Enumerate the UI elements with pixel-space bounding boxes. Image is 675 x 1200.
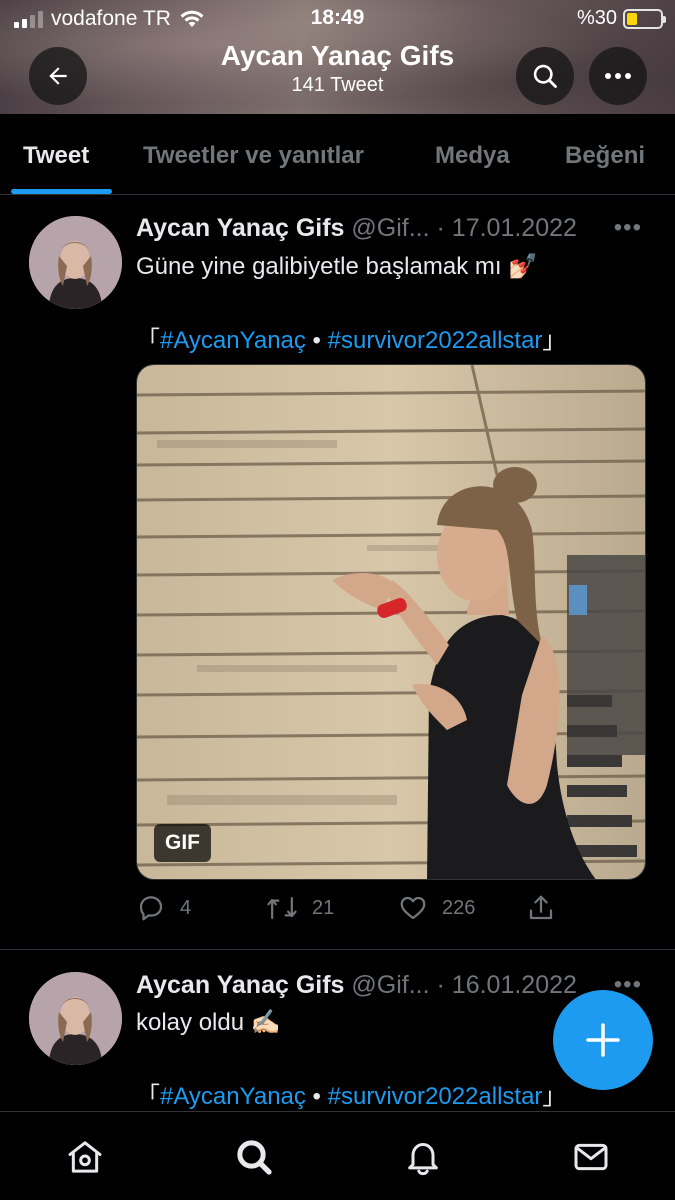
nav-messages[interactable] <box>568 1134 614 1180</box>
status-time: 18:49 <box>310 6 365 29</box>
retweet-icon <box>267 897 297 919</box>
tweet-text: Güne yine galibiyetle başlamak mı 💅🏻 <box>136 253 539 280</box>
tweet-actions: 4 21 226 <box>136 893 646 929</box>
search-button[interactable] <box>516 47 574 105</box>
tweet-author-name[interactable]: Aycan Yanaç Gifs <box>136 214 344 242</box>
tweet-divider <box>0 949 675 950</box>
nav-search[interactable] <box>231 1134 277 1180</box>
tweet-text: kolay oldu ✍🏻 <box>136 1009 281 1036</box>
bracket-close: 」 <box>542 327 567 354</box>
search-icon <box>533 64 557 88</box>
compose-tweet-button[interactable] <box>553 990 653 1090</box>
bracket-open: 「 <box>136 327 160 354</box>
search-icon <box>237 1140 272 1175</box>
profile-tabs: Tweet Tweetler ve yanıtlar Medya Beğeni <box>0 114 675 195</box>
nav-home[interactable] <box>62 1134 108 1180</box>
reply-button[interactable]: 4 <box>136 893 191 923</box>
nav-notifications[interactable] <box>400 1134 446 1180</box>
avatar[interactable] <box>29 972 122 1065</box>
tweet-hashtags: 「#AycanYanaç • #survivor2022allstar」 <box>136 320 566 355</box>
bell-icon <box>408 1143 438 1176</box>
tab-likes[interactable]: Beğeni <box>565 142 645 170</box>
share-icon <box>529 895 553 920</box>
like-button[interactable]: 226 <box>398 893 475 923</box>
bracket-close: 」 <box>542 1083 567 1110</box>
tab-tweet[interactable]: Tweet <box>23 142 89 170</box>
profile-title-block: Aycan Yanaç Gifs 141 Tweet <box>0 40 675 97</box>
tweet-header: Aycan Yanaç Gifs @Gif... · 17.01.2022 <box>136 214 646 243</box>
gif-badge: GIF <box>154 824 211 862</box>
tweet-gif-media[interactable] <box>136 364 646 880</box>
reply-count: 4 <box>180 896 192 919</box>
profile-name: Aycan Yanaç Gifs <box>220 40 455 71</box>
profile-header-banner: vodafone TR 18:49 %30 Aycan Yanaç Gifs 1… <box>0 0 675 114</box>
tweet-hashtags: 「#AycanYanaç • #survivor2022allstar」 <box>136 1076 566 1111</box>
share-button[interactable] <box>526 893 556 923</box>
tweet-author-name[interactable]: Aycan Yanaç Gifs <box>136 971 344 999</box>
reply-icon <box>139 896 163 921</box>
retweet-button[interactable]: 21 <box>266 893 334 923</box>
heart-icon <box>400 896 426 920</box>
tweet-handle-date: @Gif... · 17.01.2022 <box>351 214 577 242</box>
tweet-handle-date: @Gif... · 16.01.2022 <box>351 971 577 999</box>
bracket-open: 「 <box>136 1083 160 1110</box>
hashtag-separator: • <box>305 1083 328 1110</box>
tab-tweets-and-replies[interactable]: Tweetler ve yanıtlar <box>143 142 364 170</box>
home-icon <box>68 1141 102 1173</box>
more-horizontal-icon <box>605 73 631 79</box>
hashtag-link[interactable]: #AycanYanaç <box>160 327 306 354</box>
tweet-header: Aycan Yanaç Gifs @Gif... · 16.01.2022 <box>136 971 646 1000</box>
bottom-navigation <box>0 1111 675 1200</box>
active-tab-indicator <box>11 189 112 194</box>
battery-icon <box>623 8 666 29</box>
mail-icon <box>574 1143 608 1171</box>
like-count: 226 <box>442 896 476 919</box>
avatar[interactable] <box>29 216 122 309</box>
battery-percent: %30 <box>576 7 617 29</box>
tab-media[interactable]: Medya <box>435 142 510 170</box>
hashtag-link[interactable]: #survivor2022allstar <box>328 327 543 354</box>
plus-icon <box>586 1023 620 1057</box>
retweet-count: 21 <box>312 896 335 919</box>
hashtag-link[interactable]: #survivor2022allstar <box>328 1083 543 1110</box>
hashtag-link[interactable]: #AycanYanaç <box>160 1083 306 1110</box>
status-bar: vodafone TR 18:49 %30 <box>0 0 675 38</box>
tweet-more-button[interactable]: ••• <box>614 214 642 242</box>
hashtag-separator: • <box>305 327 328 354</box>
more-button[interactable] <box>589 47 647 105</box>
